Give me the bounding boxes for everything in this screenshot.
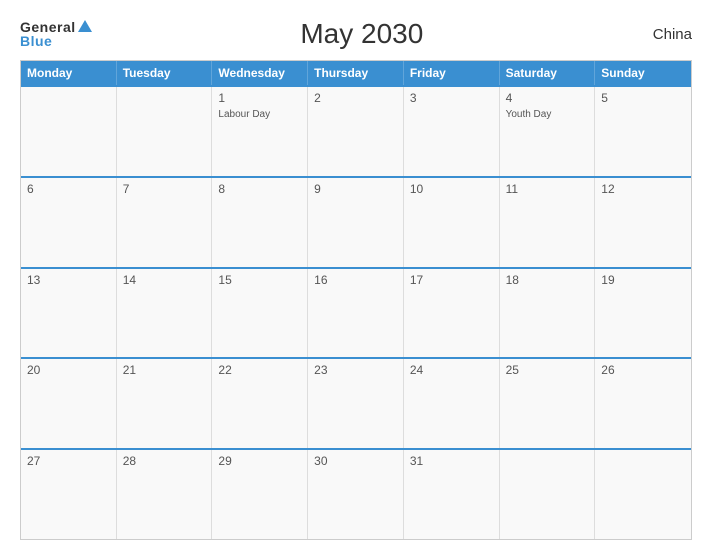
day-number: 25 [506, 363, 589, 377]
day-number: 27 [27, 454, 110, 468]
logo: General Blue [20, 20, 92, 48]
day-number: 23 [314, 363, 397, 377]
calendar-cell: 8 [212, 178, 308, 267]
weekday-header: Sunday [595, 61, 691, 85]
day-number: 11 [506, 182, 589, 196]
calendar-cell: 26 [595, 359, 691, 448]
day-number: 4 [506, 91, 589, 105]
calendar-week: 27 28 29 30 31 [21, 448, 691, 539]
day-number: 20 [27, 363, 110, 377]
calendar-cell [21, 87, 117, 176]
calendar-header: MondayTuesdayWednesdayThursdayFridaySatu… [21, 61, 691, 85]
day-number: 19 [601, 273, 685, 287]
holiday-label: Labour Day [218, 109, 301, 120]
calendar-cell [117, 87, 213, 176]
day-number: 28 [123, 454, 206, 468]
calendar-cell: 9 [308, 178, 404, 267]
day-number: 2 [314, 91, 397, 105]
calendar-body: 1Labour Day234Youth Day56789101112131415… [21, 85, 691, 539]
calendar-cell: 11 [500, 178, 596, 267]
day-number: 13 [27, 273, 110, 287]
day-number: 7 [123, 182, 206, 196]
day-number: 30 [314, 454, 397, 468]
day-number: 21 [123, 363, 206, 377]
day-number: 9 [314, 182, 397, 196]
day-number: 6 [27, 182, 110, 196]
day-number: 3 [410, 91, 493, 105]
page: General Blue May 2030 China MondayTuesda… [0, 0, 712, 550]
calendar-cell: 29 [212, 450, 308, 539]
weekday-header: Monday [21, 61, 117, 85]
calendar-cell: 3 [404, 87, 500, 176]
day-number: 14 [123, 273, 206, 287]
calendar-cell: 14 [117, 269, 213, 358]
calendar-cell: 19 [595, 269, 691, 358]
day-number: 5 [601, 91, 685, 105]
calendar-cell: 30 [308, 450, 404, 539]
weekday-header: Saturday [500, 61, 596, 85]
calendar-cell: 1 Labour Day [212, 87, 308, 176]
calendar-cell: 12 [595, 178, 691, 267]
calendar-cell: 27 [21, 450, 117, 539]
calendar-week: 6789 10 11 12 [21, 176, 691, 267]
day-number: 26 [601, 363, 685, 377]
calendar-cell: 15 [212, 269, 308, 358]
day-number: 31 [410, 454, 493, 468]
weekday-header: Tuesday [117, 61, 213, 85]
day-number: 12 [601, 182, 685, 196]
weekday-header: Friday [404, 61, 500, 85]
day-number: 10 [410, 182, 493, 196]
calendar-cell: 31 [404, 450, 500, 539]
logo-triangle-icon [78, 20, 92, 32]
calendar-week: 13 14 15 16 17 18 19 [21, 267, 691, 358]
weekday-header: Thursday [308, 61, 404, 85]
calendar-cell: 23 [308, 359, 404, 448]
calendar-cell: 18 [500, 269, 596, 358]
calendar-cell: 21 [117, 359, 213, 448]
calendar-cell: 4 Youth Day [500, 87, 596, 176]
calendar-week: 20 21 22 23 24 25 26 [21, 357, 691, 448]
day-number: 1 [218, 91, 301, 105]
calendar-cell: 28 [117, 450, 213, 539]
calendar-cell: 17 [404, 269, 500, 358]
day-number: 18 [506, 273, 589, 287]
day-number: 17 [410, 273, 493, 287]
weekday-header: Wednesday [212, 61, 308, 85]
day-number: 24 [410, 363, 493, 377]
calendar-cell [595, 450, 691, 539]
calendar-cell: 7 [117, 178, 213, 267]
country-label: China [632, 26, 692, 43]
day-number: 29 [218, 454, 301, 468]
header: General Blue May 2030 China [20, 18, 692, 50]
calendar-cell: 24 [404, 359, 500, 448]
calendar-cell: 25 [500, 359, 596, 448]
day-number: 15 [218, 273, 301, 287]
calendar-cell: 2 [308, 87, 404, 176]
calendar-cell: 10 [404, 178, 500, 267]
logo-general-text: General [20, 20, 76, 34]
holiday-label: Youth Day [506, 109, 589, 120]
calendar-cell: 16 [308, 269, 404, 358]
calendar-cell: 6 [21, 178, 117, 267]
calendar-cell [500, 450, 596, 539]
calendar: MondayTuesdayWednesdayThursdayFridaySatu… [20, 60, 692, 540]
day-number: 16 [314, 273, 397, 287]
calendar-cell: 13 [21, 269, 117, 358]
calendar-cell: 20 [21, 359, 117, 448]
calendar-cell: 22 [212, 359, 308, 448]
calendar-week: 1 Labour Day 234 Youth Day 5 [21, 85, 691, 176]
day-number: 22 [218, 363, 301, 377]
logo-blue-text: Blue [20, 34, 52, 48]
calendar-title: May 2030 [92, 18, 632, 50]
day-number: 8 [218, 182, 301, 196]
calendar-cell: 5 [595, 87, 691, 176]
